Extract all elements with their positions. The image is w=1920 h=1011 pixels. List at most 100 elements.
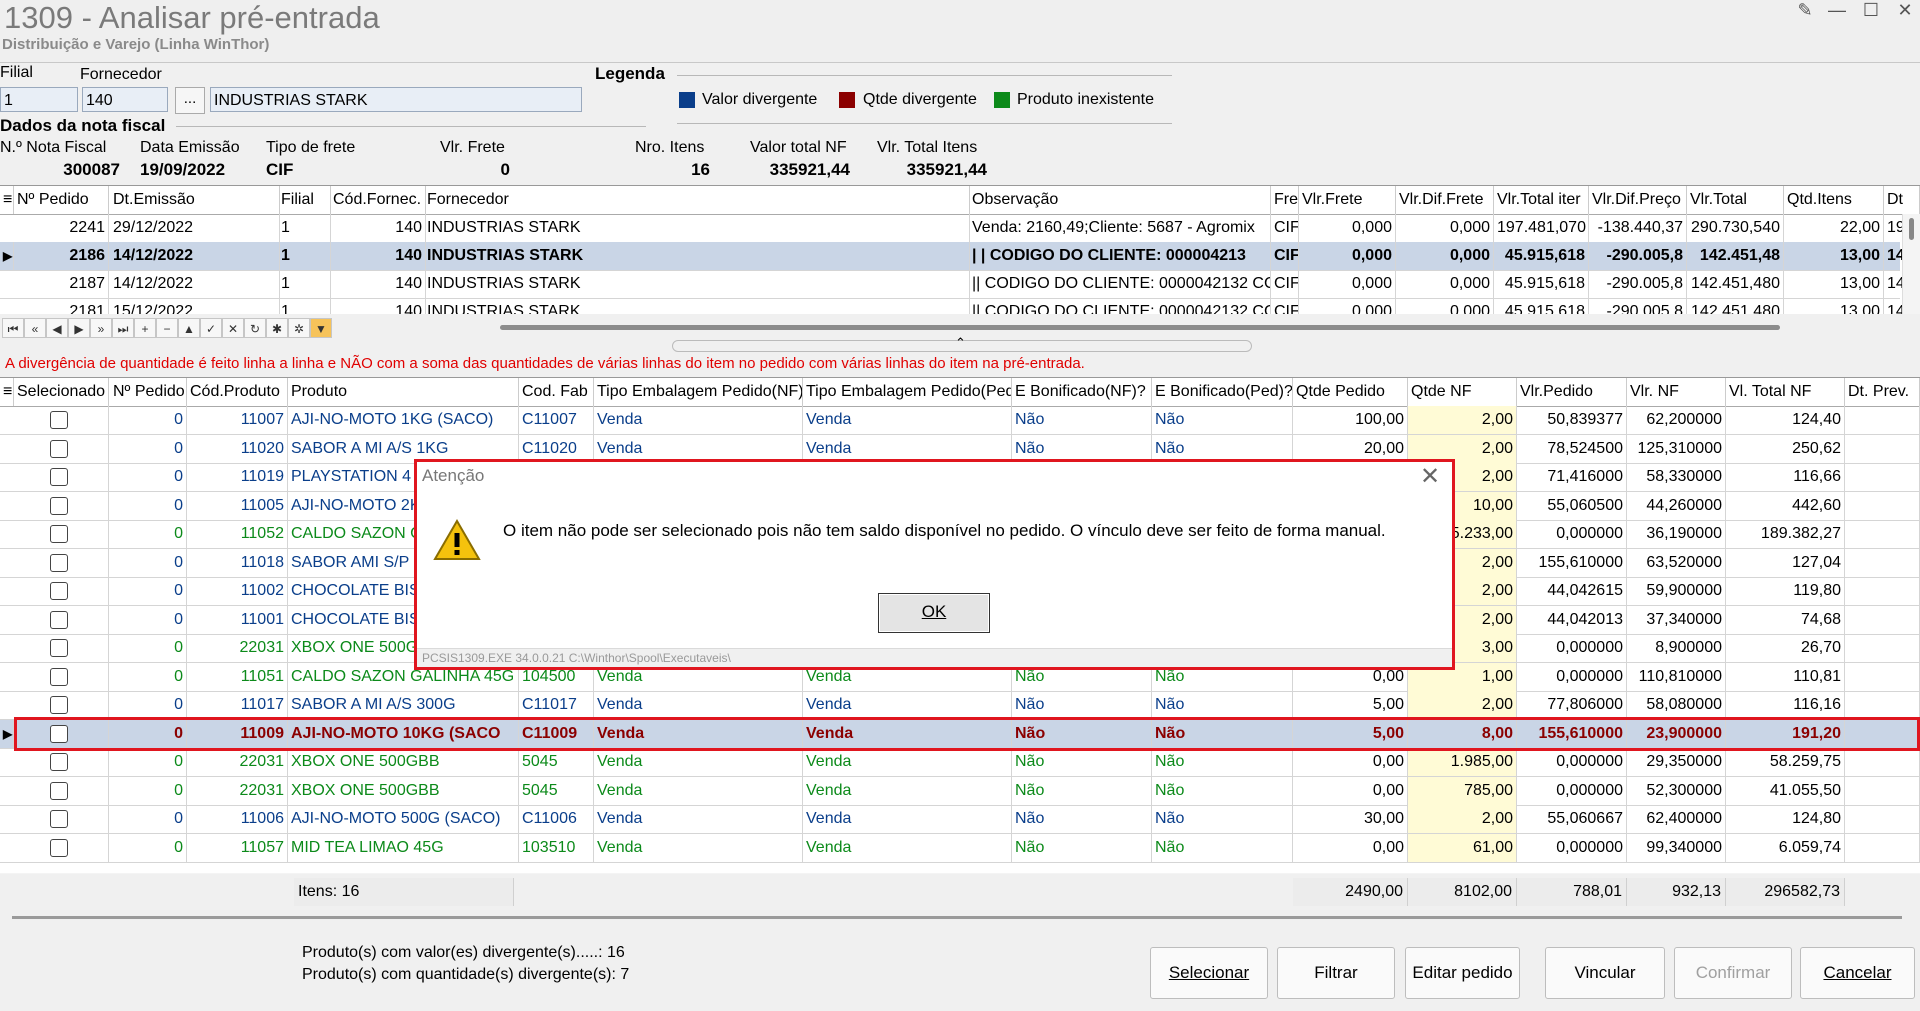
select-checkbox[interactable] xyxy=(50,696,68,714)
filial-field[interactable]: 1 xyxy=(0,87,78,112)
orders-col-header[interactable]: Observação xyxy=(969,186,1271,214)
filtrar-button[interactable]: Filtrar xyxy=(1277,947,1395,999)
filter-icon[interactable]: ▼ xyxy=(310,318,332,338)
select-checkbox[interactable] xyxy=(50,810,68,828)
items-row[interactable]: 0 11006 AJI-NO-MOTO 500G (SACO) C11006 Venda… xyxy=(0,805,1920,834)
items-col-header[interactable]: Vlr.Pedido xyxy=(1517,378,1627,406)
selecionar-button[interactable]: Selecionar xyxy=(1150,947,1268,999)
last-record-icon[interactable]: ⏭ xyxy=(112,318,134,338)
post-icon[interactable]: ✓ xyxy=(200,318,222,338)
select-checkbox[interactable] xyxy=(50,610,68,629)
orders-col-header[interactable]: Qtd.Itens xyxy=(1784,186,1884,214)
legend-title: Legenda xyxy=(595,64,665,83)
select-checkbox[interactable] xyxy=(50,553,68,572)
items-col-header[interactable]: Produto xyxy=(288,378,519,406)
refresh-icon[interactable]: ↻ xyxy=(244,318,266,338)
items-row[interactable]: 0 11057 MID TEA LIMAO 45G 103510 Venda Venda N… xyxy=(0,833,1920,863)
orders-vscrollbar[interactable] xyxy=(1902,214,1920,314)
nota-fiscal-title: Dados da nota fiscal xyxy=(0,116,166,135)
items-col-header[interactable]: Selecionado xyxy=(14,378,109,406)
items-row[interactable]: 0 22031 XBOX ONE 500GBB 5045 Venda Venda Não Nã… xyxy=(0,748,1920,777)
next-page-icon[interactable]: » xyxy=(90,318,112,338)
fornecedor-name-field[interactable]: INDUSTRIAS STARK xyxy=(210,87,582,112)
select-checkbox[interactable] xyxy=(50,439,68,458)
orders-hscrollbar[interactable] xyxy=(500,325,1780,330)
orders-col-header[interactable]: Vlr.Total xyxy=(1687,186,1784,214)
orders-col-header[interactable]: Cód.Fornec. xyxy=(330,186,426,214)
fornecedor-code-field[interactable]: 140 xyxy=(82,87,168,112)
select-checkbox[interactable] xyxy=(50,525,68,543)
items-row[interactable]: 0 22031 XBOX ONE 500GBB 5045 Venda Venda Não Nã… xyxy=(0,776,1920,806)
items-col-header[interactable]: E Bonificado(NF)? xyxy=(1012,378,1152,406)
fornecedor-lookup-button[interactable]: ... xyxy=(175,87,205,114)
orders-col-header[interactable]: Dt xyxy=(1884,186,1920,214)
orders-col-header[interactable]: Nº Pedido xyxy=(14,186,109,214)
orders-row[interactable]: 2241 29/12/2022 1 140 INDUSTRIAS STARK Venda:… xyxy=(0,214,1920,243)
confirmar-button[interactable]: Confirmar xyxy=(1674,947,1792,999)
select-checkbox[interactable] xyxy=(50,781,68,800)
select-checkbox[interactable] xyxy=(50,838,68,857)
orders-col-header[interactable]: Vlr.Dif.Frete xyxy=(1396,186,1494,214)
items-cell: 37,340000 xyxy=(1627,605,1726,634)
items-col-header[interactable]: Nº Pedido xyxy=(110,378,187,406)
items-col-header[interactable]: Tipo Embalagem Pedido(Ped) xyxy=(803,378,1012,406)
editar-pedido-button[interactable]: Editar pedido xyxy=(1405,947,1520,999)
items-cell: Não xyxy=(1152,406,1293,434)
orders-col-header[interactable]: Dt.Emissão xyxy=(110,186,280,214)
first-record-icon[interactable]: ⏮ xyxy=(2,318,24,338)
clear-filter-icon[interactable]: ✲ xyxy=(288,318,310,338)
items-col-header[interactable]: Tipo Embalagem Pedido(NF) xyxy=(594,378,803,406)
prior-record-icon[interactable]: ◀ xyxy=(46,318,68,338)
cancel-icon[interactable]: ✕ xyxy=(222,318,244,338)
insert-icon[interactable]: + xyxy=(134,318,156,338)
items-col-header[interactable]: Qtde Pedido xyxy=(1293,378,1408,406)
items-col-header[interactable]: Vl. Total NF xyxy=(1726,378,1845,406)
items-row[interactable]: 0 11007 AJI-NO-MOTO 1KG (SACO) C11007 Venda V… xyxy=(0,406,1920,435)
items-col-header[interactable]: Cod. Fab xyxy=(519,378,594,406)
edit-icon[interactable]: ▲ xyxy=(178,318,200,338)
ok-button[interactable]: OK xyxy=(878,593,990,633)
select-checkbox[interactable] xyxy=(50,667,68,686)
grid-menu-icon[interactable]: ≡ xyxy=(0,186,14,214)
items-col-header[interactable]: Vlr. NF xyxy=(1627,378,1726,406)
orders-row[interactable]: 2187 14/12/2022 1 140 INDUSTRIAS STARK || COD… xyxy=(0,270,1920,299)
orders-row[interactable]: ▶ 2186 14/12/2022 1 140 INDUSTRIAS STARK | | C… xyxy=(0,242,1920,271)
cancelar-button[interactable]: Cancelar xyxy=(1800,947,1915,999)
select-checkbox[interactable] xyxy=(50,496,68,515)
select-checkbox[interactable] xyxy=(50,582,68,600)
select-checkbox[interactable] xyxy=(50,753,68,771)
select-checkbox[interactable] xyxy=(50,468,68,486)
select-checkbox[interactable] xyxy=(50,724,68,743)
items-col-header[interactable]: Qtde NF xyxy=(1408,378,1517,406)
select-checkbox[interactable] xyxy=(50,411,68,429)
orders-col-header[interactable]: Fre xyxy=(1271,186,1299,214)
items-row[interactable]: ▶ 0 11009 AJI-NO-MOTO 10KG (SACO C11009 Venda… xyxy=(0,719,1920,749)
orders-col-header[interactable]: Vlr.Total iter xyxy=(1494,186,1589,214)
orders-col-header[interactable]: Filial xyxy=(278,186,331,214)
orders-vscroll-thumb[interactable] xyxy=(1909,218,1914,240)
minimize-icon[interactable]: — xyxy=(1822,0,1852,22)
orders-col-header[interactable]: Vlr.Frete xyxy=(1299,186,1396,214)
items-col-header[interactable]: E Bonificado(Ped)? xyxy=(1152,378,1293,406)
delete-icon[interactable]: − xyxy=(156,318,178,338)
items-hscrollbar[interactable] xyxy=(12,916,1902,919)
edit-icon[interactable]: ✎ xyxy=(1790,0,1820,22)
maximize-icon[interactable]: ☐ xyxy=(1856,0,1886,22)
chevron-up-icon[interactable]: ⌃ xyxy=(955,335,966,351)
items-col-header[interactable]: Dt. Prev. xyxy=(1845,378,1920,406)
prior-page-icon[interactable]: « xyxy=(24,318,46,338)
orders-cell: -290.005,8 xyxy=(1589,270,1687,298)
orders-row[interactable]: 2181 15/12/2022 1 140 INDUSTRIAS STARK || COD… xyxy=(0,298,1920,314)
close-window-icon[interactable]: ✕ xyxy=(1890,0,1920,22)
items-row[interactable]: 0 11017 SABOR A MI A/S 300G C11017 Venda Vend… xyxy=(0,691,1920,720)
dialog-close-icon[interactable]: ✕ xyxy=(1420,462,1440,491)
select-checkbox[interactable] xyxy=(50,639,68,657)
apply-filter-icon[interactable]: ✱ xyxy=(266,318,288,338)
orders-col-header[interactable]: Vlr.Dif.Preço xyxy=(1589,186,1687,214)
next-record-icon[interactable]: ▶ xyxy=(68,318,90,338)
items-cell: Não xyxy=(1152,719,1293,748)
orders-col-header[interactable]: Fornecedor xyxy=(424,186,970,214)
vincular-button[interactable]: Vincular xyxy=(1545,947,1665,999)
items-col-header[interactable]: Cód.Produto xyxy=(187,378,288,406)
grid-menu-icon[interactable]: ≡ xyxy=(0,378,14,406)
